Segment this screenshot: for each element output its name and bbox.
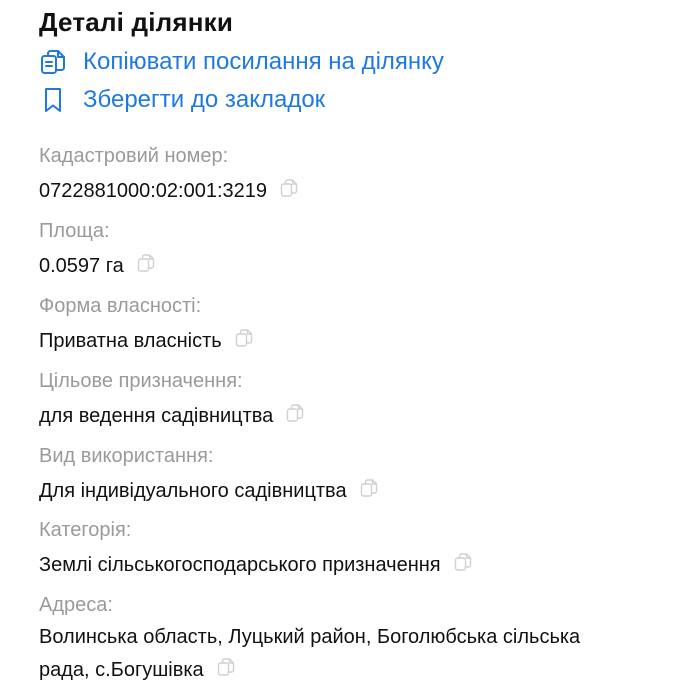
cadastral-number-label: Кадастровий номер: xyxy=(39,145,229,167)
usage-type-label: Вид використання: xyxy=(39,445,214,467)
usage-type-value: Для індивідуального садівництва xyxy=(39,478,379,503)
purpose-value: для ведення садівництва xyxy=(39,403,305,428)
address-text: Волинська область, Луцький район, Боголю… xyxy=(39,626,581,681)
category-label: Категорія: xyxy=(39,519,132,541)
copy-icon[interactable] xyxy=(216,657,236,677)
category-text: Землі сільськогосподарського призначення xyxy=(39,554,441,576)
copy-icon[interactable] xyxy=(279,178,299,198)
clipboard-copy-icon xyxy=(39,48,67,76)
copy-icon[interactable] xyxy=(359,478,379,498)
bookmark-label: Зберегти до закладок xyxy=(83,86,326,113)
purpose-text: для ведення садівництва xyxy=(39,405,274,427)
bookmark-icon xyxy=(39,86,67,114)
ownership-form-text: Приватна власність xyxy=(39,330,222,352)
copy-icon[interactable] xyxy=(234,328,254,348)
purpose-label: Цільове призначення: xyxy=(39,370,243,392)
area-text: 0.0597 га xyxy=(39,255,124,277)
bookmark-button[interactable]: Зберегти до закладок xyxy=(39,86,325,114)
usage-type-text: Для індивідуального садівництва xyxy=(39,480,347,502)
copy-link-button[interactable]: Копіювати посилання на ділянку xyxy=(39,48,444,76)
cadastral-number-text: 0722881000:02:001:3219 xyxy=(39,180,268,202)
copy-link-label: Копіювати посилання на ділянку xyxy=(83,48,444,75)
address-label: Адреса: xyxy=(39,594,113,616)
ownership-form-label: Форма власності: xyxy=(39,295,202,317)
address-value: Волинська область, Луцький район, Боголю… xyxy=(39,621,599,687)
area-label: Площа: xyxy=(39,220,110,242)
cadastral-number-value: 0722881000:02:001:3219 xyxy=(39,178,299,203)
copy-icon[interactable] xyxy=(136,253,156,273)
ownership-form-value: Приватна власність xyxy=(39,328,254,353)
copy-icon[interactable] xyxy=(285,403,305,423)
category-value: Землі сільськогосподарського призначення xyxy=(39,552,473,577)
page-title: Деталі ділянки xyxy=(39,7,234,37)
area-value: 0.0597 га xyxy=(39,253,156,278)
copy-icon[interactable] xyxy=(453,552,473,572)
